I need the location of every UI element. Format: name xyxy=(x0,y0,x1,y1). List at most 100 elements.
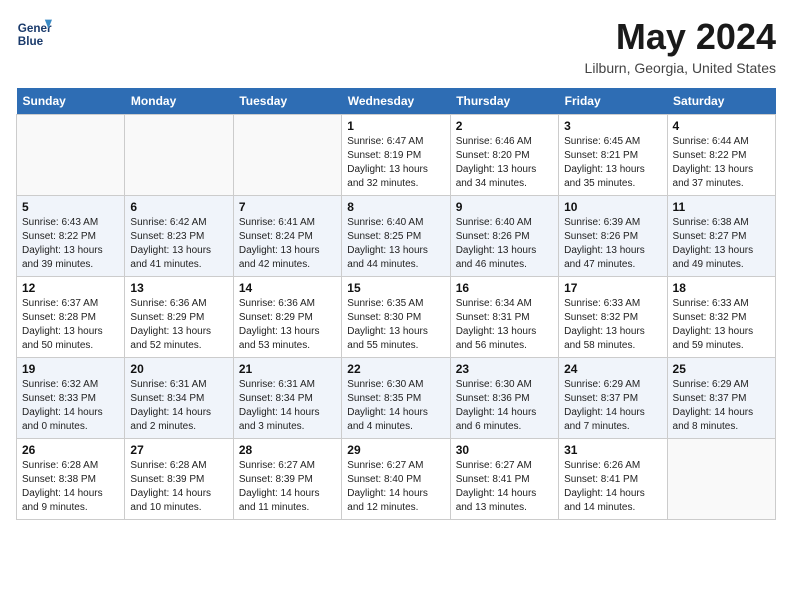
calendar-cell: 5 Sunrise: 6:43 AM Sunset: 8:22 PM Daylig… xyxy=(17,196,125,277)
day-number: 31 xyxy=(564,443,661,457)
calendar-cell: 27Sunrise: 6:28 AM Sunset: 8:39 PM Dayli… xyxy=(125,439,233,520)
day-info: Sunrise: 6:34 AM Sunset: 8:31 PM Dayligh… xyxy=(456,297,553,353)
calendar-week-3: 12 Sunrise: 6:37 AM Sunset: 8:28 PM Dayli… xyxy=(17,277,776,358)
calendar-cell: 11 Sunrise: 6:38 AM Sunset: 8:27 PM Dayli… xyxy=(667,196,775,277)
day-info: Sunrise: 6:31 AM Sunset: 8:34 PM Dayligh… xyxy=(130,378,227,434)
weekday-header-tuesday: Tuesday xyxy=(233,88,341,115)
day-number: 5 xyxy=(22,200,119,214)
calendar-cell: 23Sunrise: 6:30 AM Sunset: 8:36 PM Dayli… xyxy=(450,358,558,439)
day-number: 29 xyxy=(347,443,444,457)
day-info: Sunrise: 6:27 AM Sunset: 8:40 PM Dayligh… xyxy=(347,459,444,515)
day-info: Sunrise: 6:43 AM Sunset: 8:22 PM Dayligh… xyxy=(22,216,119,272)
calendar-body: 1Sunrise: 6:47 AM Sunset: 8:19 PM Daylig… xyxy=(17,115,776,520)
day-number: 17 xyxy=(564,281,661,295)
calendar-header: SundayMondayTuesdayWednesdayThursdayFrid… xyxy=(17,88,776,115)
weekday-header-friday: Friday xyxy=(559,88,667,115)
calendar-cell: 7 Sunrise: 6:41 AM Sunset: 8:24 PM Daylig… xyxy=(233,196,341,277)
weekday-header-saturday: Saturday xyxy=(667,88,775,115)
calendar-cell: 12 Sunrise: 6:37 AM Sunset: 8:28 PM Dayli… xyxy=(17,277,125,358)
calendar-cell: 3 Sunrise: 6:45 AM Sunset: 8:21 PM Daylig… xyxy=(559,115,667,196)
day-info: Sunrise: 6:29 AM Sunset: 8:37 PM Dayligh… xyxy=(564,378,661,434)
calendar-cell: 9 Sunrise: 6:40 AM Sunset: 8:26 PM Daylig… xyxy=(450,196,558,277)
day-number: 15 xyxy=(347,281,444,295)
weekday-header-thursday: Thursday xyxy=(450,88,558,115)
day-info: Sunrise: 6:26 AM Sunset: 8:41 PM Dayligh… xyxy=(564,459,661,515)
day-info: Sunrise: 6:33 AM Sunset: 8:32 PM Dayligh… xyxy=(673,297,770,353)
day-info: Sunrise: 6:39 AM Sunset: 8:26 PM Dayligh… xyxy=(564,216,661,272)
weekday-row: SundayMondayTuesdayWednesdayThursdayFrid… xyxy=(17,88,776,115)
day-info: Sunrise: 6:33 AM Sunset: 8:32 PM Dayligh… xyxy=(564,297,661,353)
day-info: Sunrise: 6:30 AM Sunset: 8:35 PM Dayligh… xyxy=(347,378,444,434)
calendar-cell: 31 Sunrise: 6:26 AM Sunset: 8:41 PM Dayli… xyxy=(559,439,667,520)
day-number: 27 xyxy=(130,443,227,457)
day-info: Sunrise: 6:44 AM Sunset: 8:22 PM Dayligh… xyxy=(673,135,770,191)
day-info: Sunrise: 6:36 AM Sunset: 8:29 PM Dayligh… xyxy=(130,297,227,353)
day-info: Sunrise: 6:27 AM Sunset: 8:41 PM Dayligh… xyxy=(456,459,553,515)
day-info: Sunrise: 6:30 AM Sunset: 8:36 PM Dayligh… xyxy=(456,378,553,434)
calendar-cell: 14 Sunrise: 6:36 AM Sunset: 8:29 PM Dayli… xyxy=(233,277,341,358)
svg-text:Blue: Blue xyxy=(18,35,44,48)
day-info: Sunrise: 6:32 AM Sunset: 8:33 PM Dayligh… xyxy=(22,378,119,434)
day-number: 13 xyxy=(130,281,227,295)
calendar-week-1: 1Sunrise: 6:47 AM Sunset: 8:19 PM Daylig… xyxy=(17,115,776,196)
calendar-cell: 24 Sunrise: 6:29 AM Sunset: 8:37 PM Dayli… xyxy=(559,358,667,439)
day-number: 7 xyxy=(239,200,336,214)
calendar-cell xyxy=(17,115,125,196)
day-info: Sunrise: 6:45 AM Sunset: 8:21 PM Dayligh… xyxy=(564,135,661,191)
day-info: Sunrise: 6:37 AM Sunset: 8:28 PM Dayligh… xyxy=(22,297,119,353)
logo: General Blue xyxy=(16,16,52,52)
day-number: 18 xyxy=(673,281,770,295)
day-number: 4 xyxy=(673,119,770,133)
day-number: 14 xyxy=(239,281,336,295)
calendar-cell: 1Sunrise: 6:47 AM Sunset: 8:19 PM Daylig… xyxy=(342,115,450,196)
day-info: Sunrise: 6:41 AM Sunset: 8:24 PM Dayligh… xyxy=(239,216,336,272)
day-number: 2 xyxy=(456,119,553,133)
calendar-cell: 18 Sunrise: 6:33 AM Sunset: 8:32 PM Dayli… xyxy=(667,277,775,358)
logo-icon: General Blue xyxy=(16,16,52,52)
day-number: 21 xyxy=(239,362,336,376)
calendar-cell: 6Sunrise: 6:42 AM Sunset: 8:23 PM Daylig… xyxy=(125,196,233,277)
day-number: 30 xyxy=(456,443,553,457)
day-info: Sunrise: 6:36 AM Sunset: 8:29 PM Dayligh… xyxy=(239,297,336,353)
day-info: Sunrise: 6:40 AM Sunset: 8:26 PM Dayligh… xyxy=(456,216,553,272)
day-number: 10 xyxy=(564,200,661,214)
day-info: Sunrise: 6:31 AM Sunset: 8:34 PM Dayligh… xyxy=(239,378,336,434)
day-number: 8 xyxy=(347,200,444,214)
calendar-week-4: 19 Sunrise: 6:32 AM Sunset: 8:33 PM Dayli… xyxy=(17,358,776,439)
calendar-cell: 25Sunrise: 6:29 AM Sunset: 8:37 PM Dayli… xyxy=(667,358,775,439)
calendar-week-2: 5 Sunrise: 6:43 AM Sunset: 8:22 PM Daylig… xyxy=(17,196,776,277)
calendar-cell: 22 Sunrise: 6:30 AM Sunset: 8:35 PM Dayli… xyxy=(342,358,450,439)
day-number: 19 xyxy=(22,362,119,376)
calendar-cell: 30 Sunrise: 6:27 AM Sunset: 8:41 PM Dayli… xyxy=(450,439,558,520)
day-info: Sunrise: 6:46 AM Sunset: 8:20 PM Dayligh… xyxy=(456,135,553,191)
calendar-cell: 8 Sunrise: 6:40 AM Sunset: 8:25 PM Daylig… xyxy=(342,196,450,277)
day-number: 22 xyxy=(347,362,444,376)
calendar-cell: 15 Sunrise: 6:35 AM Sunset: 8:30 PM Dayli… xyxy=(342,277,450,358)
calendar-cell: 26Sunrise: 6:28 AM Sunset: 8:38 PM Dayli… xyxy=(17,439,125,520)
day-info: Sunrise: 6:29 AM Sunset: 8:37 PM Dayligh… xyxy=(673,378,770,434)
day-info: Sunrise: 6:40 AM Sunset: 8:25 PM Dayligh… xyxy=(347,216,444,272)
day-number: 12 xyxy=(22,281,119,295)
calendar-cell: 13 Sunrise: 6:36 AM Sunset: 8:29 PM Dayli… xyxy=(125,277,233,358)
day-info: Sunrise: 6:28 AM Sunset: 8:38 PM Dayligh… xyxy=(22,459,119,515)
calendar-cell: 19 Sunrise: 6:32 AM Sunset: 8:33 PM Dayli… xyxy=(17,358,125,439)
day-number: 11 xyxy=(673,200,770,214)
day-info: Sunrise: 6:47 AM Sunset: 8:19 PM Dayligh… xyxy=(347,135,444,191)
day-number: 9 xyxy=(456,200,553,214)
weekday-header-sunday: Sunday xyxy=(17,88,125,115)
day-number: 3 xyxy=(564,119,661,133)
weekday-header-wednesday: Wednesday xyxy=(342,88,450,115)
day-number: 24 xyxy=(564,362,661,376)
day-info: Sunrise: 6:42 AM Sunset: 8:23 PM Dayligh… xyxy=(130,216,227,272)
day-info: Sunrise: 6:38 AM Sunset: 8:27 PM Dayligh… xyxy=(673,216,770,272)
day-info: Sunrise: 6:27 AM Sunset: 8:39 PM Dayligh… xyxy=(239,459,336,515)
month-title: May 2024 xyxy=(585,16,776,58)
location: Lilburn, Georgia, United States xyxy=(585,60,776,76)
page-header: General Blue May 2024 Lilburn, Georgia, … xyxy=(16,16,776,76)
calendar-cell: 29 Sunrise: 6:27 AM Sunset: 8:40 PM Dayli… xyxy=(342,439,450,520)
calendar-week-5: 26Sunrise: 6:28 AM Sunset: 8:38 PM Dayli… xyxy=(17,439,776,520)
day-info: Sunrise: 6:35 AM Sunset: 8:30 PM Dayligh… xyxy=(347,297,444,353)
calendar-table: SundayMondayTuesdayWednesdayThursdayFrid… xyxy=(16,88,776,520)
calendar-cell xyxy=(233,115,341,196)
calendar-cell: 17 Sunrise: 6:33 AM Sunset: 8:32 PM Dayli… xyxy=(559,277,667,358)
